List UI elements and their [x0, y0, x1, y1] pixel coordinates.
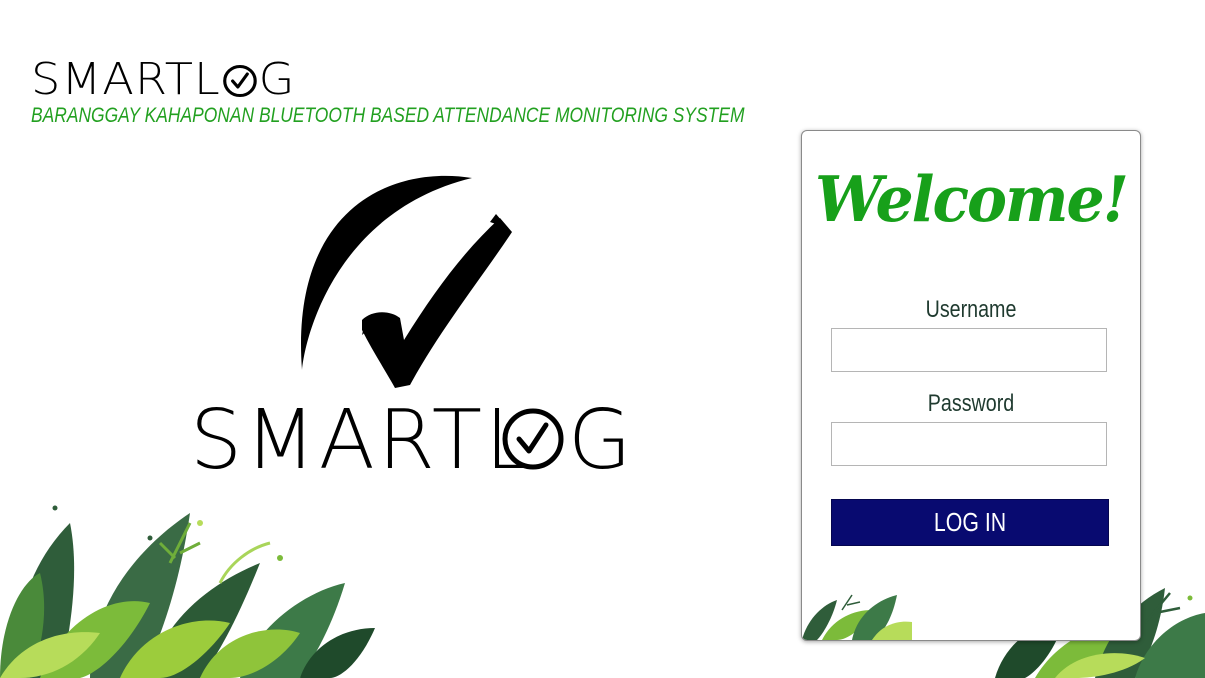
leaves-decoration-card: [802, 594, 912, 640]
username-input[interactable]: [831, 328, 1107, 372]
check-o-icon: [222, 65, 257, 97]
username-label: Username: [925, 296, 1017, 323]
brand-subtitle: BARANGGAY KAHAPONAN BLUETOOTH BASED ATTE…: [31, 104, 745, 127]
password-label: Password: [927, 390, 1015, 417]
logo-wordmark-post: G: [568, 393, 630, 480]
welcome-heading: Welcome!: [814, 163, 1129, 237]
brand-title-post: G: [258, 54, 296, 105]
leaves-decoration-left: [0, 505, 375, 678]
logo-wordmark-pre: SMARTL: [190, 393, 534, 480]
brand-header: SMARTL G BARANGGAY KAHAPONAN BLUETOOTH B…: [31, 56, 745, 128]
smartlog-logo: SMARTL G: [190, 175, 630, 480]
password-input[interactable]: [831, 422, 1107, 466]
brand-title: SMARTL G: [31, 56, 745, 104]
login-button[interactable]: LOG IN: [831, 499, 1109, 546]
login-button-label: LOG IN: [933, 507, 1007, 537]
login-card: Welcome! Username Password LOG IN: [801, 130, 1141, 641]
checkmark-logo-icon: [362, 218, 512, 388]
brand-title-pre: SMARTL: [31, 54, 221, 105]
